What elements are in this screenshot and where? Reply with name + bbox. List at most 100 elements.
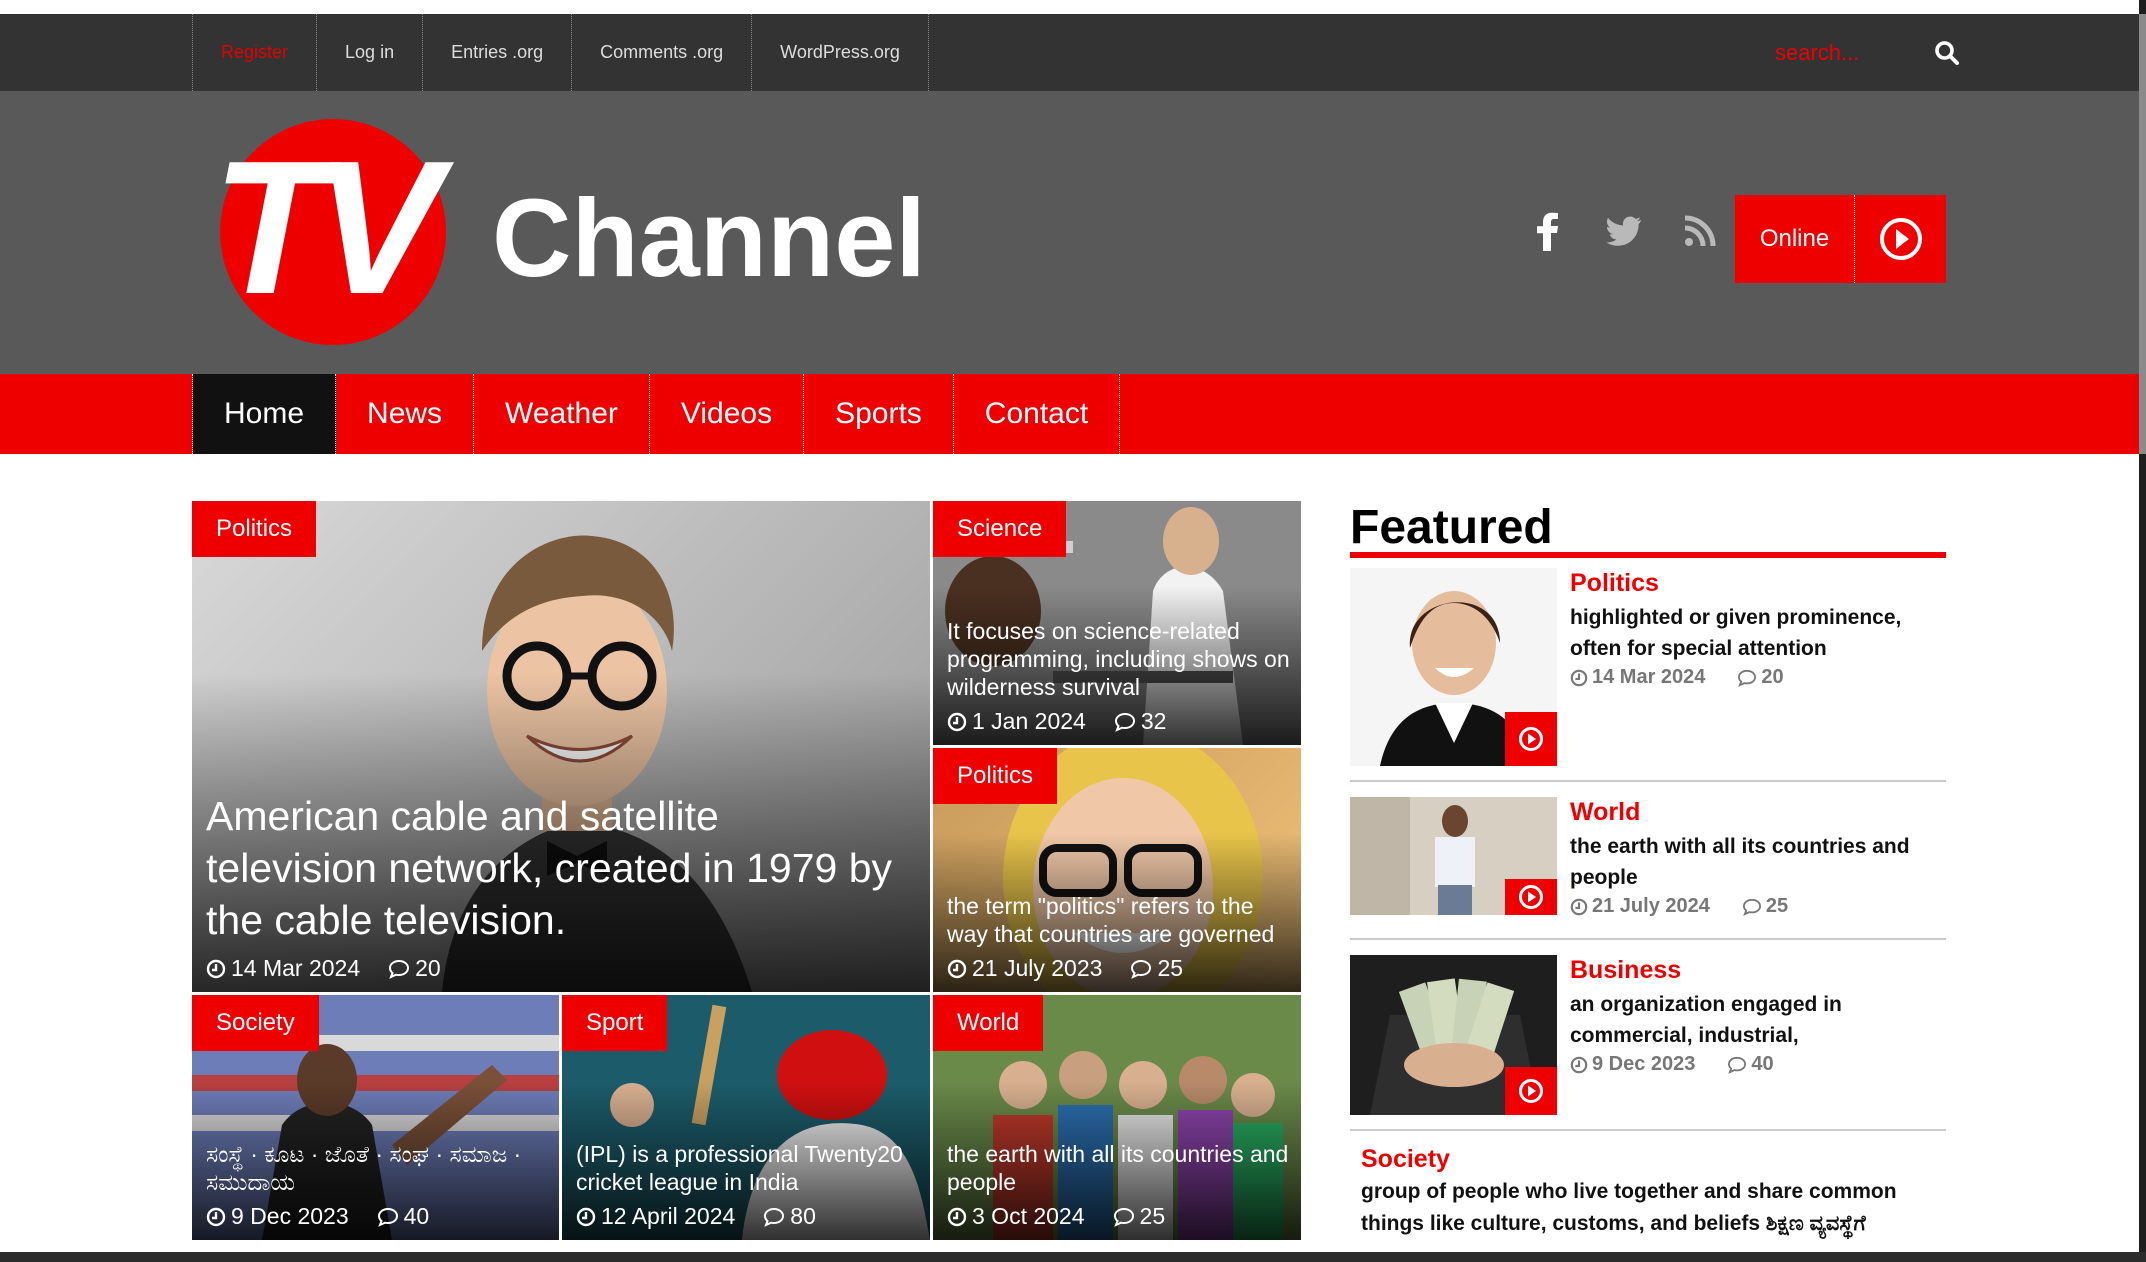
featured-society[interactable]: Society group of people who live togethe… — [1361, 1144, 1946, 1240]
story-meta: 3 Oct 2024 25 — [947, 1203, 1165, 1230]
featured-item[interactable]: Politics highlighted or given prominence… — [1350, 568, 1946, 768]
top-bar: Register Log in Entries .org Comments .o… — [0, 14, 2139, 91]
play-icon[interactable] — [1505, 879, 1557, 915]
nav-news[interactable]: News — [336, 374, 475, 454]
featured-thumb[interactable] — [1350, 568, 1557, 766]
nav-sports[interactable]: Sports — [804, 374, 954, 454]
category-badge[interactable]: Sport — [562, 995, 668, 1051]
scrollbar-thumb[interactable] — [2139, 14, 2146, 454]
story-science[interactable]: Science It focuses on science-related pr… — [933, 501, 1301, 745]
nav-home[interactable]: Home — [193, 374, 337, 454]
comment-count: 25 — [1139, 1203, 1166, 1229]
featured-category[interactable]: Society — [1361, 1144, 1946, 1174]
nav-weather[interactable]: Weather — [474, 374, 650, 454]
twitter-icon[interactable] — [1604, 211, 1644, 251]
search-icon[interactable] — [1933, 39, 1961, 67]
online-button[interactable]: Online — [1735, 195, 1946, 283]
featured-date: 14 Mar 2024 — [1592, 666, 1706, 688]
category-badge[interactable]: Politics — [192, 501, 317, 557]
featured-separator — [1350, 780, 1946, 782]
featured-text: World the earth with all its countries a… — [1570, 797, 1946, 918]
play-icon[interactable] — [1505, 1067, 1557, 1115]
comment-icon — [389, 959, 410, 979]
story-meta: 21 July 2023 25 — [947, 955, 1183, 982]
story-meta: 9 Dec 2023 40 — [206, 1203, 429, 1230]
scrollbar[interactable] — [2139, 0, 2146, 1262]
category-badge[interactable]: Politics — [933, 748, 1058, 804]
comment-count: 25 — [1157, 955, 1184, 981]
featured-comments: 40 — [1751, 1053, 1774, 1075]
featured-excerpt[interactable]: the earth with all its countries and peo… — [1570, 831, 1946, 893]
story-caption[interactable]: the earth with all its countries and peo… — [947, 1140, 1291, 1196]
login-link[interactable]: Log in — [317, 14, 424, 91]
story-sport[interactable]: Sport (IPL) is a professional Twenty20 c… — [562, 995, 930, 1240]
entries-link[interactable]: Entries .org — [423, 14, 573, 91]
featured-excerpt[interactable]: an organization engaged in commercial, i… — [1570, 989, 1946, 1051]
featured-date: 9 Dec 2023 — [1592, 1053, 1696, 1075]
featured-category[interactable]: Politics — [1570, 568, 1946, 598]
comment-icon — [1114, 712, 1135, 732]
online-label: Online — [1735, 195, 1855, 283]
category-badge[interactable]: Science — [933, 501, 1067, 557]
featured-category[interactable]: World — [1570, 797, 1946, 827]
site-logo[interactable]: TV — [212, 119, 472, 349]
featured-meta: 21 July 2024 25 — [1570, 895, 1946, 918]
play-icon[interactable] — [1505, 712, 1557, 766]
comments-link[interactable]: Comments .org — [572, 14, 753, 91]
comment-icon — [1738, 669, 1757, 687]
featured-thumb[interactable] — [1350, 797, 1557, 915]
featured-excerpt[interactable]: highlighted or given prominence, often f… — [1570, 602, 1946, 664]
top-links: Register Log in Entries .org Comments .o… — [192, 14, 929, 91]
clock-icon — [1570, 898, 1588, 915]
nav-contact[interactable]: Contact — [954, 374, 1121, 454]
story-caption[interactable]: the term "politics" refers to the way th… — [947, 892, 1291, 948]
search-input[interactable] — [1775, 39, 1905, 66]
featured-comments: 25 — [1765, 895, 1789, 917]
featured-category[interactable]: Business — [1570, 955, 1946, 985]
story-caption[interactable]: It focuses on science-related programmin… — [947, 617, 1291, 701]
social-links — [1528, 211, 1720, 251]
comment-icon — [1131, 959, 1152, 979]
nav-items: Home News Weather Videos Sports Contact — [192, 374, 1121, 454]
clock-icon — [1570, 1056, 1588, 1073]
logo-text: TV — [212, 122, 441, 334]
story-politics-2[interactable]: Politics the term "politics" refers to t… — [933, 748, 1301, 992]
rss-icon[interactable] — [1680, 211, 1720, 251]
site-name: Channel — [492, 177, 926, 300]
clock-icon — [206, 959, 226, 978]
story-main-politics[interactable]: Politics American cable and satellite te… — [192, 501, 930, 992]
story-date: 1 Jan 2024 — [972, 708, 1086, 734]
comment-count: 32 — [1140, 708, 1167, 734]
story-caption[interactable]: (IPL) is a professional Twenty20 cricket… — [576, 1140, 920, 1196]
nav-videos[interactable]: Videos — [650, 374, 805, 454]
featured-thumb[interactable] — [1350, 955, 1557, 1115]
featured-text: Business an organization engaged in comm… — [1570, 955, 1946, 1076]
clock-icon — [206, 1207, 226, 1226]
story-world[interactable]: World the earth with all its countries a… — [933, 995, 1301, 1240]
main-nav: Home News Weather Videos Sports Contact — [0, 374, 2139, 454]
comment-icon — [1113, 1207, 1134, 1227]
story-caption[interactable]: ಸಂಸ್ಥೆ · ಕೂಟ · ಜೊತೆ · ಸಂಘ · ಸಮಾಜ · ಸಮುದಾ… — [206, 1140, 549, 1196]
facebook-icon[interactable] — [1528, 211, 1568, 251]
featured-text: Politics highlighted or given prominence… — [1570, 568, 1946, 689]
category-badge[interactable]: Society — [192, 995, 319, 1051]
register-link[interactable]: Register — [193, 14, 318, 91]
featured-item[interactable]: World the earth with all its countries a… — [1350, 797, 1946, 917]
window-bottom-edge — [0, 1252, 2146, 1262]
comment-count: 40 — [403, 1203, 430, 1229]
wordpress-link[interactable]: WordPress.org — [752, 14, 929, 91]
story-date: 12 April 2024 — [601, 1203, 736, 1229]
clock-icon — [1570, 669, 1588, 686]
clock-icon — [576, 1207, 596, 1226]
featured-meta: 9 Dec 2023 40 — [1570, 1053, 1946, 1076]
comment-count: 20 — [415, 955, 441, 981]
story-date: 9 Dec 2023 — [231, 1203, 349, 1229]
featured-excerpt[interactable]: group of people who live together and sh… — [1361, 1176, 1946, 1240]
featured-item[interactable]: Business an organization engaged in comm… — [1350, 955, 1946, 1115]
featured-meta: 14 Mar 2024 20 — [1570, 666, 1946, 689]
story-caption[interactable]: American cable and satellite television … — [206, 790, 900, 946]
story-meta: 12 April 2024 80 — [576, 1203, 816, 1230]
story-society[interactable]: Society ಸಂಸ್ಥೆ · ಕೂಟ · ಜೊತೆ · ಸಂಘ · ಸಮಾಜ… — [192, 995, 559, 1240]
category-badge[interactable]: World — [933, 995, 1044, 1051]
featured-title: Featured — [1350, 501, 1553, 554]
